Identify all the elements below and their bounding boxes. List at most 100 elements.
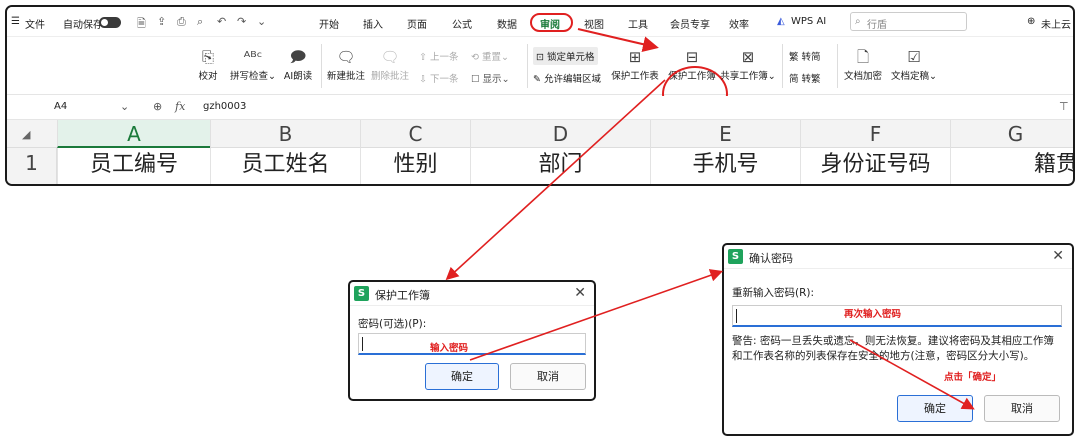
column-header-row: ◢ A B C D E F G <box>7 120 1073 148</box>
review-toolbar: ⎘ 校对 ᴬᴮᶜ 拼写检查⌄ 🗩 AI朗读 🗨 新建批注 🗨 删除批注 ⇧ 上一条 ⇩ 下… <box>7 38 1073 122</box>
reset-button[interactable]: ⟲ 重置⌄ <box>471 49 509 63</box>
proof-button[interactable]: ⎘ 校对 <box>196 46 220 82</box>
tab-page[interactable]: 页面 <box>407 16 427 31</box>
to-traditional-button[interactable]: 简 转繁 <box>789 71 821 85</box>
delete-comment-button[interactable]: 🗨 删除批注 <box>370 46 410 82</box>
workbook-lock-icon: ⊟ <box>685 48 699 66</box>
zoom-icon[interactable]: ⊕ <box>153 100 162 113</box>
cell-d1[interactable]: 部门 <box>470 148 650 184</box>
tab-formula[interactable]: 公式 <box>452 16 472 31</box>
cancel-button[interactable]: 取消 <box>984 395 1060 422</box>
autosave-label: 自动保存 <box>63 20 103 31</box>
password-input[interactable] <box>358 333 586 355</box>
warning-text: 警告: 密码一旦丢失或遗忘，则无法恢复。建议将密码及其相应工作簿和工作表名称的列… <box>732 335 1054 362</box>
column-header-b[interactable]: B <box>210 120 360 148</box>
comment-delete-icon: 🗨 <box>380 48 400 66</box>
formula-input[interactable]: gzh0003 <box>203 101 246 112</box>
close-icon[interactable]: ✕ <box>1052 248 1064 264</box>
fx-icon[interactable]: fx <box>175 100 185 113</box>
preview-icon[interactable]: ⌕ <box>197 15 203 29</box>
chevron-down-icon[interactable]: ⌄ <box>257 15 266 28</box>
close-icon[interactable]: ✕ <box>574 285 586 301</box>
tab-tools[interactable]: 工具 <box>628 16 648 31</box>
spell-check-button[interactable]: ᴬᴮᶜ 拼写检查⌄ <box>228 46 278 82</box>
tab-efficiency[interactable]: 效率 <box>729 16 749 31</box>
doc-final-button[interactable]: ☑ 文档定稿⌄ <box>889 46 939 82</box>
text-caret <box>736 309 737 323</box>
tab-insert[interactable]: 插入 <box>363 16 383 31</box>
column-header-d[interactable]: D <box>470 120 650 148</box>
formula-bar: A4 ⌄ ⊕ fx gzh0003 ⊤ <box>7 96 1073 120</box>
cell-g1[interactable]: 籍贯 <box>950 148 1073 184</box>
name-box[interactable]: A4 <box>54 101 67 112</box>
confirm-password-dialog: S 确认密码 ✕ 重新输入密码(R): 再次输入密码 警告: 密码一旦丢失或遗忘… <box>722 243 1074 436</box>
doc-check-icon: ☑ <box>907 48 921 66</box>
enter-password-note: 输入密码 <box>430 343 469 354</box>
column-header-a[interactable]: A <box>57 120 210 148</box>
cancel-button[interactable]: 取消 <box>510 363 586 390</box>
chevron-down-icon[interactable]: ⌄ <box>120 100 129 113</box>
to-simplified-button[interactable]: 繁 转简 <box>789 49 821 63</box>
cell-a1[interactable]: 员工编号 <box>57 148 210 184</box>
reenter-password-label: 重新输入密码(R): <box>732 287 815 299</box>
tab-review-highlight <box>530 13 573 32</box>
protect-sheet-button[interactable]: ⊞ 保护工作表 <box>611 46 659 82</box>
expand-icon[interactable]: ⊤ <box>1059 100 1069 113</box>
tab-data[interactable]: 数据 <box>497 16 517 31</box>
tab-home[interactable]: 开始 <box>319 16 339 31</box>
next-comment-button[interactable]: ⇩ 下一条 <box>419 71 459 85</box>
sheet-lock-icon: ⊞ <box>628 48 642 66</box>
lock-cell-button[interactable]: ⊡ 锁定单元格 <box>533 47 598 65</box>
export-icon[interactable]: ⇪ <box>157 15 166 28</box>
autosave-toggle[interactable] <box>99 17 121 28</box>
share-icon: ⊠ <box>741 48 755 66</box>
dialog-title-bar: S 保护工作簿 ✕ <box>350 282 594 306</box>
protect-workbook-dialog: S 保护工作簿 ✕ 密码(可选)(P): 输入密码 确定 取消 <box>348 280 596 401</box>
divider <box>527 44 528 88</box>
ok-button[interactable]: 确定 <box>897 395 973 422</box>
ai-read-button[interactable]: 🗩 AI朗读 <box>281 46 315 82</box>
cell-b1[interactable]: 员工姓名 <box>210 148 360 184</box>
column-header-c[interactable]: C <box>360 120 470 148</box>
row-header-1[interactable]: 1 <box>7 148 57 184</box>
abc-check-icon: ᴬᴮᶜ <box>243 48 263 66</box>
divider <box>782 44 783 88</box>
column-header-g[interactable]: G <box>950 120 1073 148</box>
search-box[interactable]: ⌕ 行盾 <box>850 12 967 31</box>
ok-button[interactable]: 确定 <box>425 363 499 390</box>
password-label: 密码(可选)(P): <box>358 318 427 330</box>
search-placeholder: 行盾 <box>867 20 887 31</box>
speaker-icon: 🗩 <box>289 48 307 66</box>
cell-f1[interactable]: 身份证号码 <box>800 148 950 184</box>
cell-e1[interactable]: 手机号 <box>650 148 800 184</box>
tab-wps-ai[interactable]: WPS AI <box>791 16 826 27</box>
menu-icon[interactable]: ☰ <box>11 16 20 27</box>
menu-bar: ☰ 文件 自动保存 🗎 ⇪ ⎙ ⌕ ↶ ↷ ⌄ 开始 插入 页面 公式 数据 审… <box>7 7 1073 37</box>
column-header-e[interactable]: E <box>650 120 800 148</box>
divider <box>321 44 322 88</box>
save-icon[interactable]: 🗎 <box>137 15 146 34</box>
wps-s-icon: S <box>728 249 743 264</box>
cell-c1[interactable]: 性别 <box>360 148 470 184</box>
cloud-status[interactable]: 未上云 <box>1041 16 1071 31</box>
proof-icon: ⎘ <box>201 48 214 66</box>
wps-window: ☰ 文件 自动保存 🗎 ⇪ ⎙ ⌕ ↶ ↷ ⌄ 开始 插入 页面 公式 数据 审… <box>5 5 1075 186</box>
dialog-title: 保护工作簿 <box>375 289 430 302</box>
undo-icon[interactable]: ↶ <box>217 15 226 28</box>
menu-file[interactable]: 文件 <box>25 16 45 31</box>
column-header-f[interactable]: F <box>800 120 950 148</box>
click-ok-note: 点击「确定」 <box>944 372 1002 383</box>
doc-encrypt-button[interactable]: 🗋 文档加密 <box>843 46 883 82</box>
new-comment-button[interactable]: 🗨 新建批注 <box>326 46 366 82</box>
search-icon: ⌕ <box>855 16 861 27</box>
prev-comment-button[interactable]: ⇧ 上一条 <box>419 49 459 63</box>
allow-edit-area-button[interactable]: ✎ 允许编辑区域 <box>533 71 601 85</box>
tab-view[interactable]: 视图 <box>584 16 604 31</box>
share-workbook-button[interactable]: ⊠ 共享工作簿⌄ <box>719 46 777 82</box>
select-all-corner[interactable]: ◢ <box>22 128 30 141</box>
print-icon[interactable]: ⎙ <box>177 15 186 29</box>
show-button[interactable]: ☐ 显示⌄ <box>471 71 510 85</box>
comment-add-icon: 🗨 <box>336 48 356 66</box>
tab-member[interactable]: 会员专享 <box>670 16 710 31</box>
redo-icon[interactable]: ↷ <box>237 15 246 28</box>
